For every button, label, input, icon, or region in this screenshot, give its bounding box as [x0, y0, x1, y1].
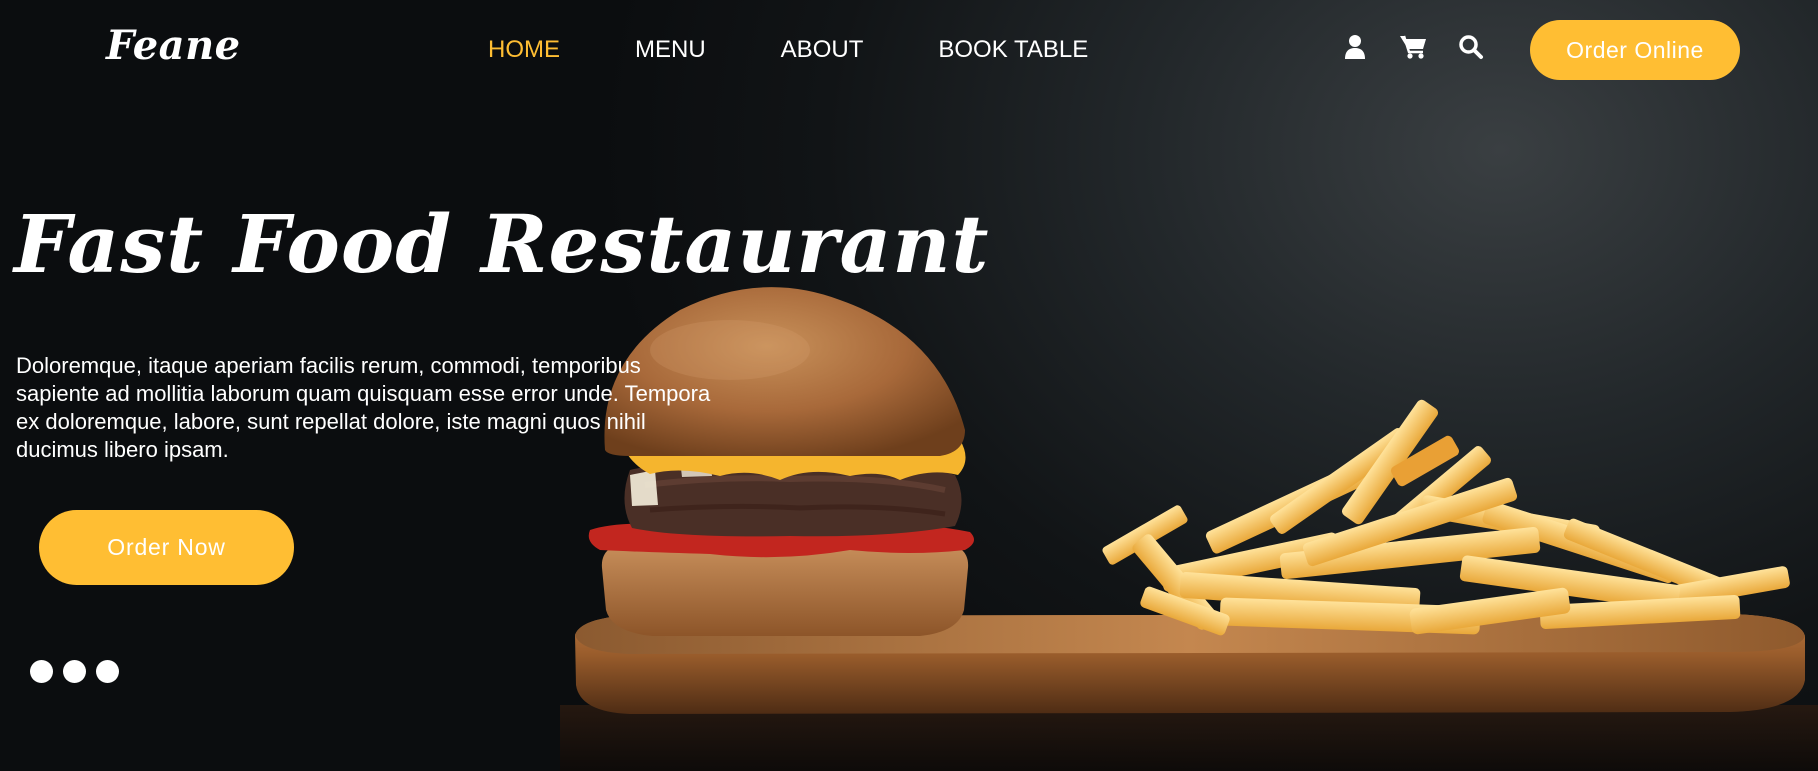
nav-home[interactable]: HOME	[488, 36, 560, 64]
carousel-indicators	[30, 660, 129, 683]
user-icon[interactable]	[1340, 32, 1370, 62]
hero-description: Doloremque, itaque aperiam facilis rerum…	[16, 353, 711, 462]
nav-menu[interactable]: MENU	[635, 36, 706, 64]
hero-title: Fast Food Restaurant	[14, 197, 990, 291]
nav-about[interactable]: ABOUT	[781, 36, 864, 64]
carousel-dot-3[interactable]	[96, 660, 119, 683]
order-now-button[interactable]: Order Now	[39, 510, 294, 585]
cart-icon[interactable]	[1398, 32, 1428, 62]
order-online-button[interactable]: Order Online	[1530, 20, 1740, 80]
nav-book-table[interactable]: BOOK TABLE	[938, 36, 1088, 64]
brand-logo[interactable]: Feane	[106, 22, 241, 69]
header-icons	[1340, 32, 1486, 62]
search-icon[interactable]	[1456, 32, 1486, 62]
burger-fries-image	[560, 287, 1818, 771]
carousel-dot-1[interactable]	[30, 660, 53, 683]
main-nav: HOME MENU ABOUT BOOK TABLE	[488, 36, 1163, 64]
site-header: Feane HOME MENU ABOUT BOOK TABLE Order O…	[0, 0, 1818, 100]
hero-page: Feane HOME MENU ABOUT BOOK TABLE Order O…	[0, 0, 1818, 771]
carousel-dot-2[interactable]	[63, 660, 86, 683]
